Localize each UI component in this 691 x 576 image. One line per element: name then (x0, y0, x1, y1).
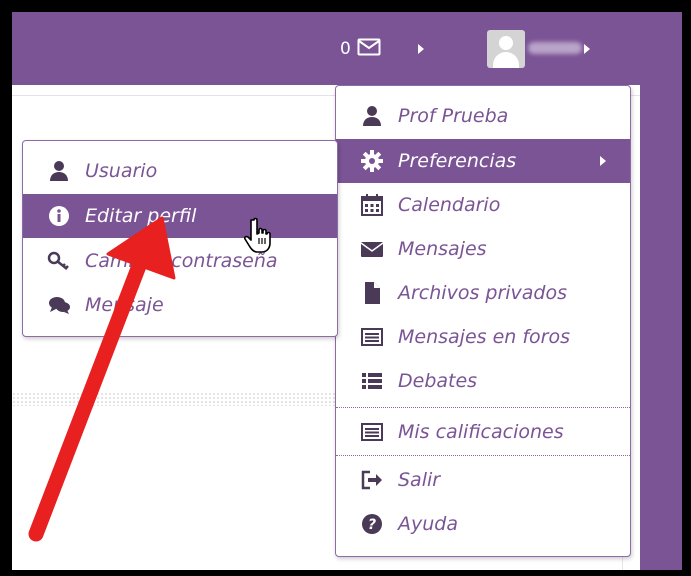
red-arrow-annotation (28, 216, 176, 542)
